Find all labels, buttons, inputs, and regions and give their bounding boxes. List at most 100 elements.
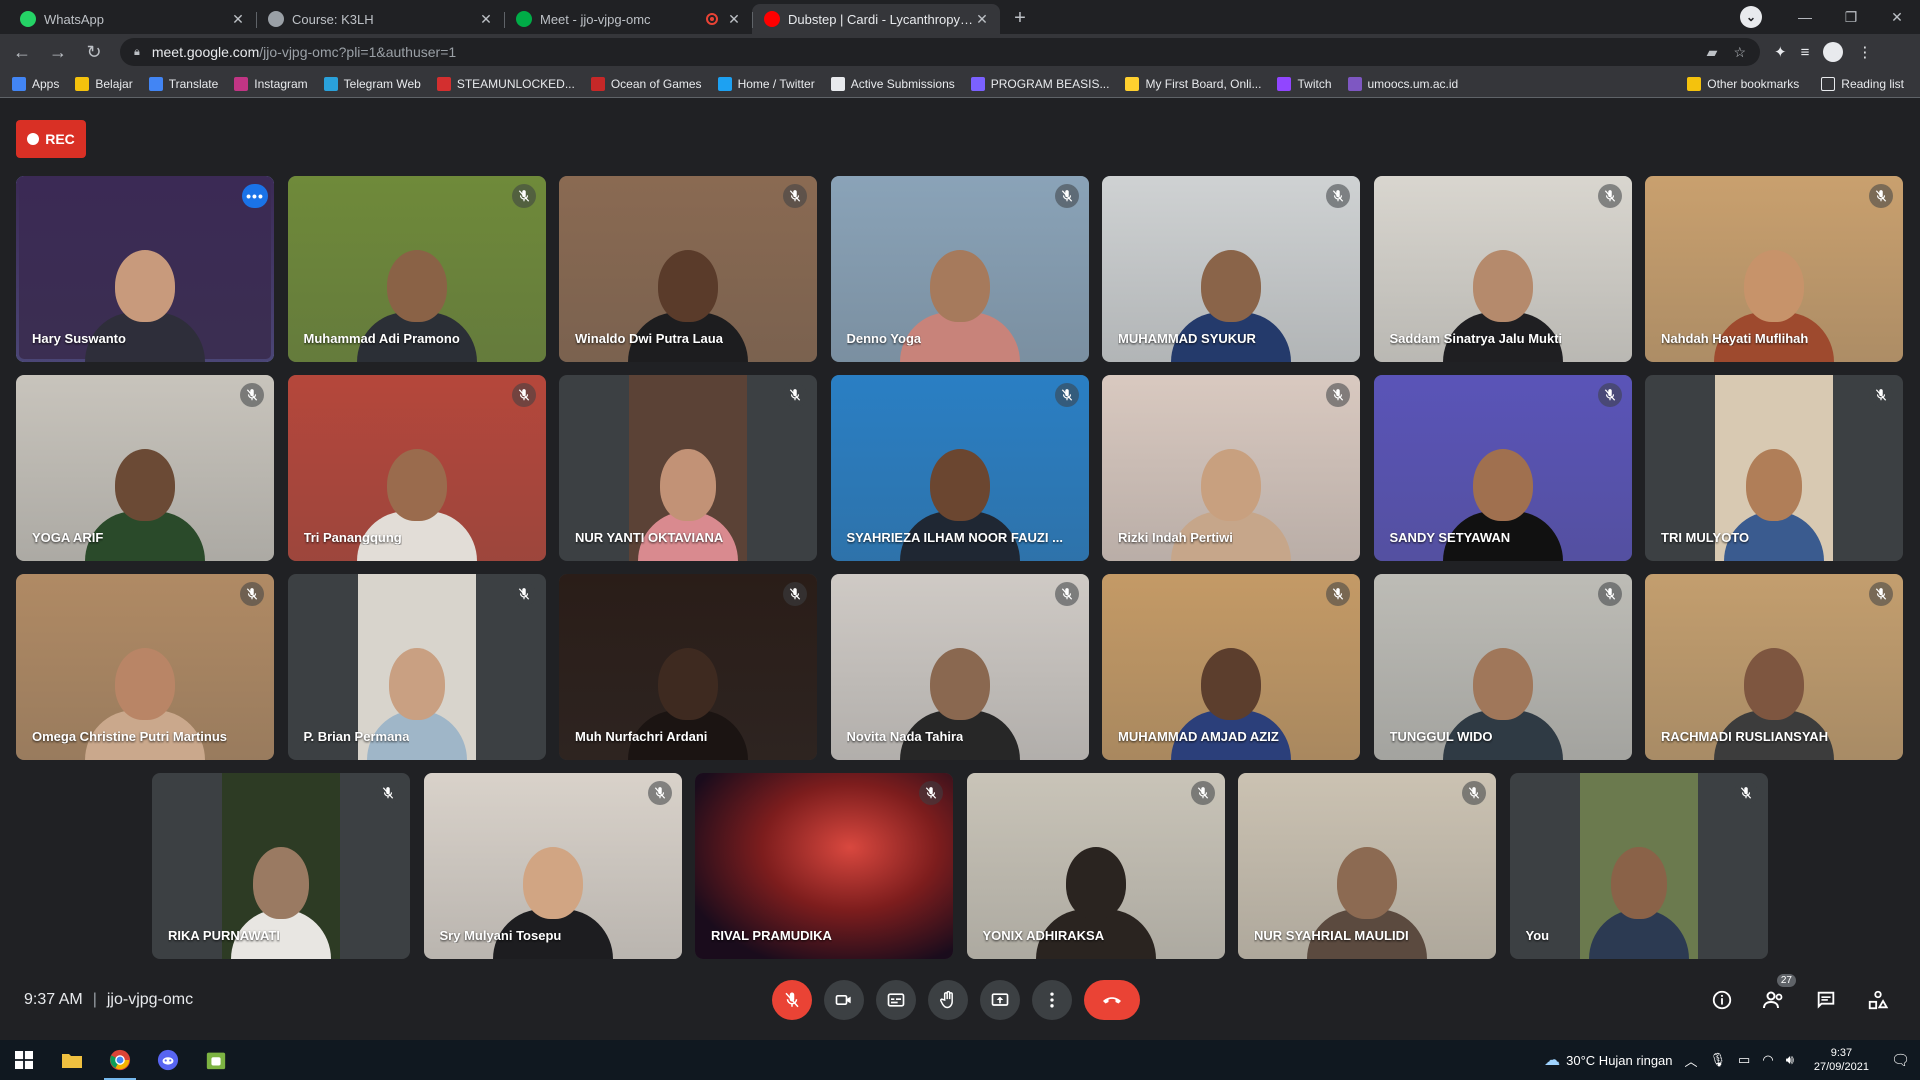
reading-list[interactable]: Reading list	[1821, 76, 1904, 91]
battery-icon[interactable]: ▭	[1738, 1052, 1750, 1068]
lock-icon[interactable]: 🔒︎	[134, 46, 140, 59]
participant-tile[interactable]: Winaldo Dwi Putra Laua	[559, 176, 817, 362]
weather-widget[interactable]: ☁ 30°C Hujan ringan	[1544, 1050, 1672, 1070]
tile-options-button[interactable]: •••	[242, 184, 268, 208]
reload-icon[interactable]: ↻	[80, 38, 108, 66]
participant-tile[interactable]: RIVAL PRAMUDIKA	[695, 773, 953, 959]
android-app-icon[interactable]	[192, 1040, 240, 1080]
new-tab-button[interactable]: +	[1006, 4, 1034, 32]
cloud-rain-icon: ☁	[1544, 1052, 1561, 1069]
recording-indicator-icon	[706, 13, 718, 25]
participant-tile[interactable]: RIKA PURNAWATI	[152, 773, 410, 959]
clock-date[interactable]: 9:37 27/09/2021	[1814, 1046, 1869, 1074]
address-bar[interactable]: 🔒︎ meet.google.com /jjo-vjpg-omc?pli=1&a…	[120, 38, 1760, 66]
chat-button[interactable]	[1814, 988, 1838, 1012]
close-window-icon[interactable]: ✕	[1874, 9, 1920, 26]
participant-tile[interactable]: Omega Christine Putri Martinus	[16, 574, 274, 760]
bookmark-item[interactable]: Telegram Web	[323, 76, 421, 91]
participant-silhouette	[1588, 827, 1689, 959]
participant-tile[interactable]: Nahdah Hayati Muflihah	[1645, 176, 1903, 362]
close-tab-icon[interactable]: ✕	[478, 11, 494, 28]
participant-tile[interactable]: SYAHRIEZA ILHAM NOOR FAUZI ...	[830, 375, 1089, 561]
windows-taskbar: ☁ 30°C Hujan ringan ︿ 🎙︎ ▭ ◠ 🔊︎ 9:37 27/…	[0, 1040, 1920, 1080]
participant-tile[interactable]: YOGA ARIF	[16, 375, 274, 561]
volume-icon[interactable]: 🔊︎	[1786, 1052, 1794, 1068]
profile-avatar[interactable]	[1823, 42, 1844, 62]
file-explorer-icon[interactable]	[48, 1040, 96, 1080]
participant-tile[interactable]: P. Brian Permana	[287, 574, 546, 760]
participant-tile[interactable]: Muhammad Adi Pramono	[287, 176, 546, 362]
close-tab-icon[interactable]: ✕	[974, 11, 990, 28]
participant-tile[interactable]: NUR YANTI OKTAVIANA	[559, 375, 817, 561]
participant-tile[interactable]: YONIX ADHIRAKSA	[966, 773, 1225, 959]
bookmark-item[interactable]: Apps	[12, 76, 59, 91]
close-tab-icon[interactable]: ✕	[230, 11, 246, 28]
bookmark-item[interactable]: PROGRAM BEASIS...	[970, 76, 1109, 91]
extensions-puzzle-icon[interactable]: ✦	[1774, 43, 1787, 61]
leave-call-button[interactable]	[1084, 980, 1140, 1020]
participant-tile[interactable]: SANDY SETYAWAN	[1373, 375, 1632, 561]
bookmark-item[interactable]: Twitch	[1277, 76, 1332, 91]
camera-button[interactable]	[824, 980, 864, 1020]
participant-name: You	[1525, 928, 1550, 943]
more-options-button[interactable]	[1032, 980, 1072, 1020]
chrome-menu-icon[interactable]: ⋮	[1857, 43, 1872, 61]
close-tab-icon[interactable]: ✕	[726, 11, 742, 28]
participant-tile[interactable]: Hary Suswanto •••	[16, 176, 274, 362]
meeting-details-button[interactable]	[1710, 988, 1734, 1012]
activities-button[interactable]	[1866, 988, 1890, 1012]
participant-tile[interactable]: RACHMADI RUSLIANSYAH	[1645, 574, 1903, 760]
participant-tile[interactable]: Denno Yoga	[830, 176, 1089, 362]
muted-mic-icon	[1054, 184, 1079, 208]
browser-tab[interactable]: Meet - jjo-vjpg-omc ✕	[504, 4, 752, 34]
bookmark-item[interactable]: My First Board, Onli...	[1125, 76, 1261, 91]
participant-name: YOGA ARIF	[32, 530, 104, 545]
bookmark-star-icon[interactable]: ☆	[1733, 44, 1746, 61]
participant-tile[interactable]: Muh Nurfachri Ardani	[559, 574, 817, 760]
tab-search-icon[interactable]: ⌄	[1740, 6, 1762, 28]
participant-tile[interactable]: Sry Mulyani Tosepu	[423, 773, 682, 959]
chevron-up-icon[interactable]: ︿	[1685, 1051, 1698, 1070]
bookmark-item[interactable]: Ocean of Games	[590, 76, 702, 91]
participant-tile[interactable]: Novita Nada Tahira	[830, 574, 1089, 760]
media-controls-icon[interactable]: ≡	[1801, 44, 1810, 61]
browser-tab[interactable]: WhatsApp ✕	[8, 4, 256, 34]
participant-tile[interactable]: NUR SYAHRIAL MAULIDI	[1238, 773, 1496, 959]
other-bookmarks[interactable]: Other bookmarks	[1687, 76, 1799, 91]
discord-icon[interactable]	[144, 1040, 192, 1080]
back-arrow-icon[interactable]: ←	[8, 38, 36, 66]
participant-tile[interactable]: Tri Panangqung	[287, 375, 546, 561]
bookmark-item[interactable]: umoocs.um.ac.id	[1347, 76, 1458, 91]
participant-tile[interactable]: Rizki Indah Pertiwi	[1102, 375, 1360, 561]
wifi-icon[interactable]: ◠	[1762, 1052, 1773, 1068]
windows-start-icon[interactable]	[0, 1040, 48, 1080]
participant-tile[interactable]: You	[1509, 773, 1768, 959]
bookmark-item[interactable]: Home / Twitter	[717, 76, 815, 91]
bookmark-item[interactable]: Instagram	[234, 76, 308, 91]
microphone-tray-icon[interactable]: 🎙︎	[1710, 1052, 1727, 1068]
miro-icon	[1125, 76, 1140, 91]
forward-arrow-icon[interactable]: →	[44, 38, 72, 66]
browser-tab[interactable]: Dubstep | Cardi - Lycanthropy - Y ✕	[752, 4, 1000, 34]
notifications-icon[interactable]: 🗨︎	[1891, 1051, 1910, 1069]
captions-button[interactable]	[876, 980, 916, 1020]
bookmark-item[interactable]: Active Submissions	[830, 76, 955, 91]
restore-icon[interactable]: ❐	[1828, 9, 1874, 26]
bookmark-item[interactable]: STEAMUNLOCKED...	[436, 76, 575, 91]
people-button[interactable]: 27	[1762, 974, 1796, 1012]
participant-tile[interactable]: TRI MULYOTO	[1645, 375, 1903, 561]
participant-tile[interactable]: MUHAMMAD SYUKUR	[1102, 176, 1360, 362]
participant-tile[interactable]: TUNGGUL WIDO	[1373, 574, 1632, 760]
chrome-taskbar-icon[interactable]	[96, 1040, 144, 1080]
muted-mic-icon	[1190, 781, 1215, 805]
participant-tile[interactable]: Saddam Sinatrya Jalu Mukti	[1373, 176, 1632, 362]
camera-in-use-icon[interactable]: ▰	[1707, 44, 1718, 61]
participant-tile[interactable]: MUHAMMAD AMJAD AZIZ	[1102, 574, 1360, 760]
raise-hand-button[interactable]	[928, 980, 968, 1020]
bookmark-item[interactable]: Belajar	[75, 76, 133, 91]
browser-tab[interactable]: Course: K3LH ✕	[256, 4, 504, 34]
mic-off-button[interactable]	[772, 980, 812, 1020]
present-button[interactable]	[980, 980, 1020, 1020]
bookmark-item[interactable]: Translate	[148, 76, 218, 91]
minimize-icon[interactable]: —	[1782, 9, 1828, 25]
